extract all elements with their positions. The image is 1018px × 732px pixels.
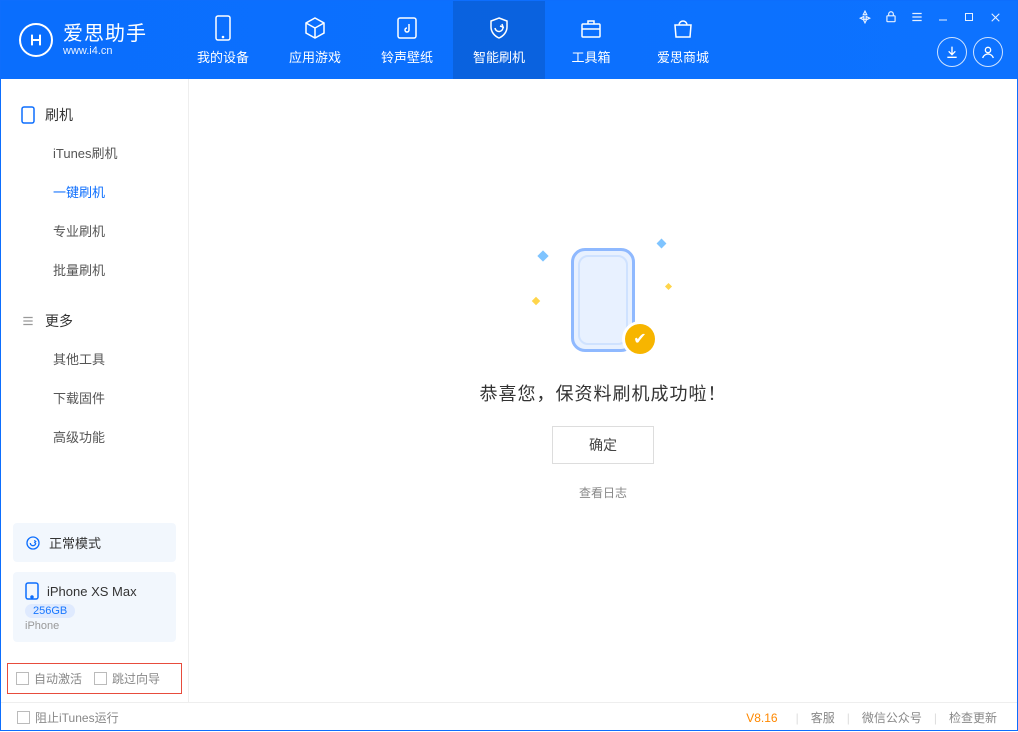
sidebar-item-batch-flash[interactable]: 批量刷机: [1, 250, 188, 289]
tab-label: 工具箱: [571, 47, 610, 66]
sidebar-item-itunes-flash[interactable]: iTunes刷机: [1, 133, 188, 172]
bottom-options-box: 自动激活 跳过向导: [7, 663, 182, 694]
check-icon: ✔: [625, 324, 655, 354]
section-title: 更多: [45, 311, 73, 331]
app-url: www.i4.cn: [63, 45, 147, 57]
sidebar-item-download-firmware[interactable]: 下载固件: [1, 378, 188, 417]
tab-store[interactable]: 爱思商城: [637, 1, 729, 79]
sidebar-section-more: 更多: [1, 303, 188, 339]
tab-apps[interactable]: 应用游戏: [269, 1, 361, 79]
footer-link-support[interactable]: 客服: [807, 709, 839, 726]
auto-activate-checkbox[interactable]: 自动激活: [16, 670, 82, 687]
maximize-icon[interactable]: [960, 8, 978, 26]
tab-my-device[interactable]: 我的设备: [177, 1, 269, 79]
device-icon: [210, 15, 236, 41]
device-type: iPhone: [25, 620, 164, 632]
download-button[interactable]: [937, 37, 967, 67]
device-card[interactable]: iPhone XS Max 256GB iPhone: [13, 572, 176, 642]
minimize-icon[interactable]: [934, 8, 952, 26]
tab-flash[interactable]: 智能刷机: [453, 1, 545, 79]
view-log-link[interactable]: 查看日志: [579, 484, 627, 501]
menu-icon[interactable]: [908, 8, 926, 26]
music-file-icon: [394, 15, 420, 41]
block-itunes-checkbox[interactable]: 阻止iTunes运行: [17, 709, 119, 726]
sidebar-item-pro-flash[interactable]: 专业刷机: [1, 211, 188, 250]
success-illustration: ✔: [533, 240, 673, 360]
logo-icon: [19, 23, 53, 57]
section-title: 刷机: [45, 105, 73, 125]
user-button[interactable]: [973, 37, 1003, 67]
tab-label: 爱思商城: [657, 47, 709, 66]
sidebar-item-other-tools[interactable]: 其他工具: [1, 339, 188, 378]
skip-guide-checkbox[interactable]: 跳过向导: [94, 670, 160, 687]
lock-icon[interactable]: [882, 8, 900, 26]
close-icon[interactable]: [986, 8, 1004, 26]
theme-icon[interactable]: [856, 8, 874, 26]
sidebar-item-one-click-flash[interactable]: 一键刷机: [1, 172, 188, 211]
shield-refresh-icon: [486, 15, 512, 41]
tab-label: 应用游戏: [289, 47, 341, 66]
sidebar-section-flash: 刷机: [1, 97, 188, 133]
footer-link-update[interactable]: 检查更新: [945, 709, 1001, 726]
phone-icon: [21, 106, 35, 124]
footer-link-wechat[interactable]: 微信公众号: [858, 709, 926, 726]
store-icon: [670, 15, 696, 41]
cube-icon: [302, 15, 328, 41]
tab-label: 铃声壁纸: [381, 47, 433, 66]
ok-button[interactable]: 确定: [552, 426, 654, 464]
app-logo: 爱思助手 www.i4.cn: [19, 1, 177, 79]
mode-label: 正常模式: [49, 533, 101, 552]
device-name: iPhone XS Max: [47, 584, 137, 599]
app-title: 爱思助手: [63, 23, 147, 45]
tab-label: 我的设备: [197, 47, 249, 66]
storage-badge: 256GB: [25, 604, 75, 618]
success-message: 恭喜您，保资料刷机成功啦！: [480, 380, 727, 406]
mode-card[interactable]: 正常模式: [13, 523, 176, 562]
mode-refresh-icon: [25, 535, 41, 551]
tab-ringtones[interactable]: 铃声壁纸: [361, 1, 453, 79]
list-icon: [21, 314, 35, 328]
toolbox-icon: [578, 15, 604, 41]
device-phone-icon: [25, 582, 39, 600]
tab-toolbox[interactable]: 工具箱: [545, 1, 637, 79]
version-label: V8.16: [746, 711, 777, 725]
tab-label: 智能刷机: [473, 47, 525, 66]
sidebar-item-advanced[interactable]: 高级功能: [1, 417, 188, 456]
